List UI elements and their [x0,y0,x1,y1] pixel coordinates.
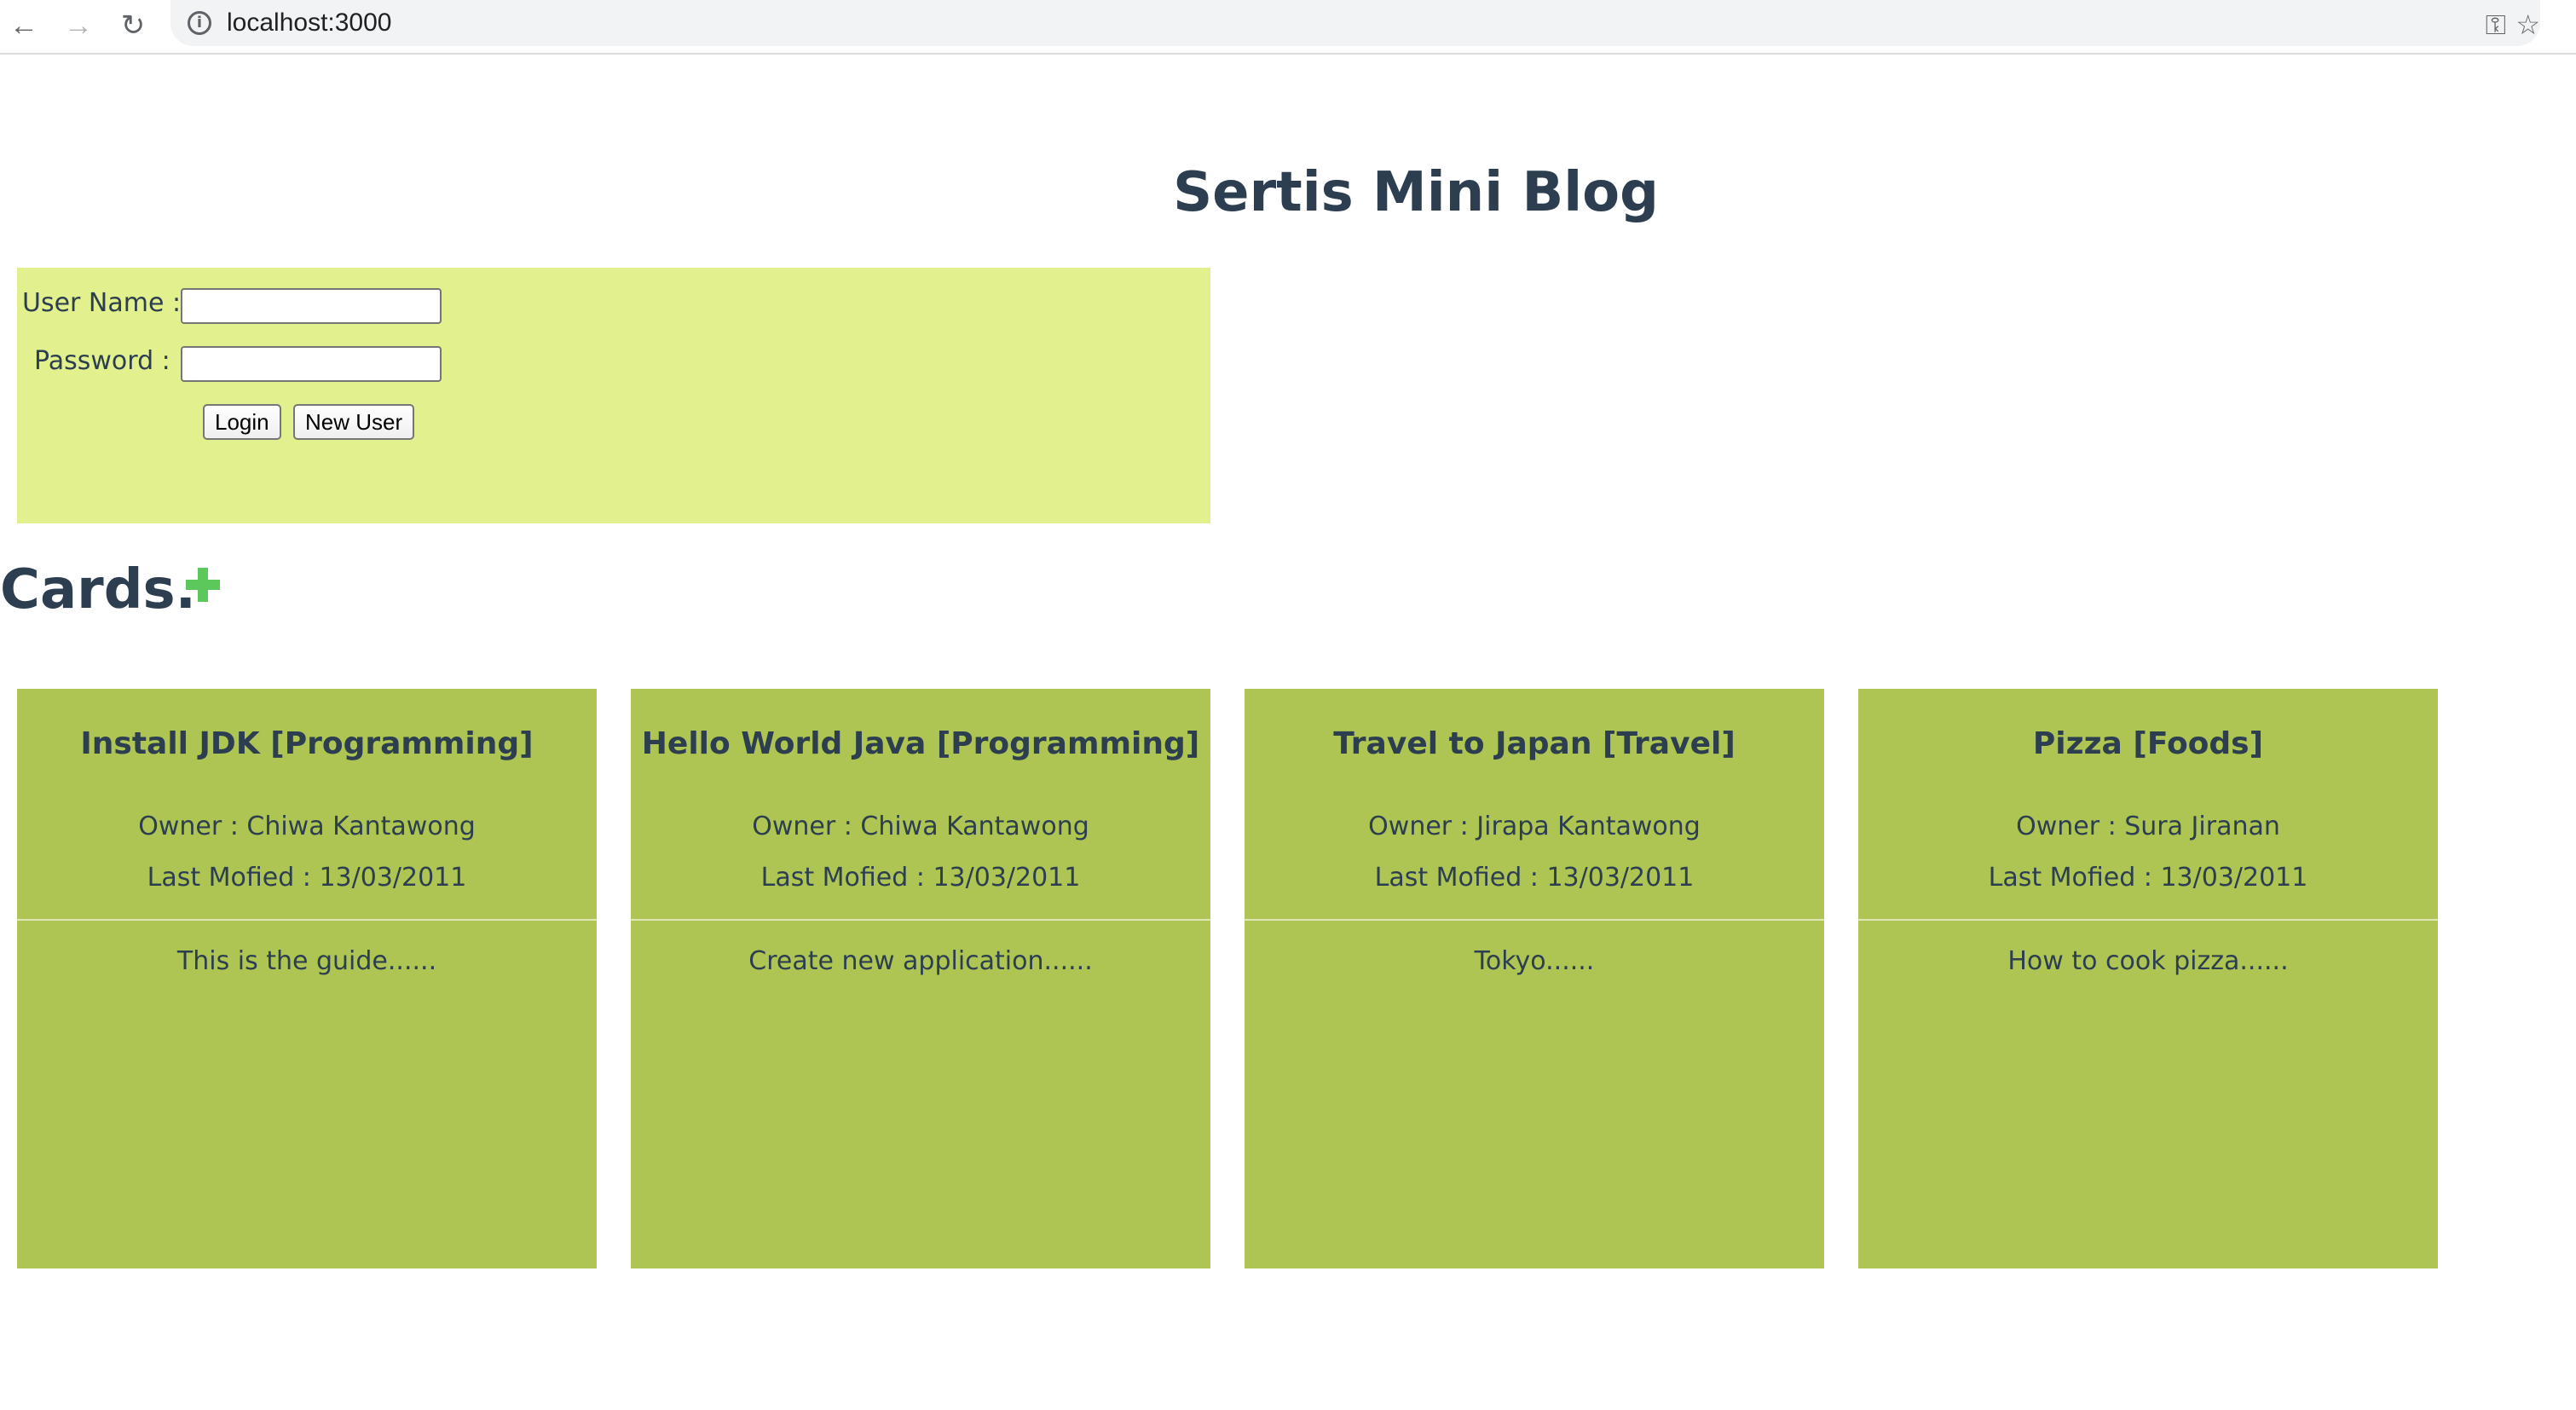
password-label: Password : [34,346,170,376]
card-header: Pizza [Foods] Owner : Sura Jiranan Last … [1858,689,2438,921]
card-owner: Owner : Jirapa Kantawong [1368,812,1701,841]
password-input[interactable] [181,346,442,382]
address-bar[interactable]: i localhost:3000 ⚿ ☆ [170,0,2540,46]
card-header: Hello World Java [Programming] Owner : C… [631,689,1210,921]
username-input[interactable] [181,288,442,324]
card-body: How to cook pizza...... [2007,946,2289,976]
back-arrow-icon[interactable]: ← [5,7,43,44]
login-panel: User Name : Password : Login New User [17,268,1210,523]
add-card-plus-icon[interactable] [181,563,225,607]
key-icon[interactable]: ⚿ [2486,9,2506,42]
star-icon[interactable]: ☆ [2515,9,2540,41]
card-title: Hello World Java [Programming] [641,726,1200,761]
login-button[interactable]: Login [203,404,281,440]
forward-arrow-icon[interactable]: → [60,7,97,44]
card-title: Travel to Japan [Travel] [1333,726,1736,761]
card-last-modified: Last Mofied : 13/03/2011 [1988,863,2308,893]
card-owner: Owner : Chiwa Kantawong [138,812,476,841]
card-header: Travel to Japan [Travel] Owner : Jirapa … [1245,689,1824,921]
card-last-modified: Last Mofied : 13/03/2011 [147,863,467,893]
username-row: User Name : [22,288,181,318]
card-header: Install JDK [Programming] Owner : Chiwa … [17,689,597,921]
reload-icon[interactable]: ↻ [114,7,152,44]
username-label: User Name : [22,288,182,318]
password-row: Password : [34,346,170,376]
card[interactable]: Install JDK [Programming] Owner : Chiwa … [17,689,597,1268]
url-text[interactable]: localhost:3000 [227,7,391,39]
card-title: Pizza [Foods] [2032,726,2264,761]
card-owner: Owner : Chiwa Kantawong [752,812,1089,841]
card-title: Install JDK [Programming] [80,726,534,761]
cards-heading: Cards. [0,558,196,621]
page-title: Sertis Mini Blog [1173,161,1659,224]
card[interactable]: Hello World Java [Programming] Owner : C… [631,689,1210,1268]
card-body: This is the guide...... [176,946,437,976]
card[interactable]: Travel to Japan [Travel] Owner : Jirapa … [1245,689,1824,1268]
info-icon[interactable]: i [188,11,211,35]
new-user-button[interactable]: New User [293,404,415,440]
card-owner: Owner : Sura Jiranan [2016,812,2280,841]
card[interactable]: Pizza [Foods] Owner : Sura Jiranan Last … [1858,689,2438,1268]
card-body: Tokyo...... [1474,946,1595,976]
card-body: Create new application...... [748,946,1093,976]
card-last-modified: Last Mofied : 13/03/2011 [760,863,1081,893]
card-last-modified: Last Mofied : 13/03/2011 [1374,863,1695,893]
browser-toolbar: ← → ↻ i localhost:3000 ⚿ ☆ [0,0,2576,55]
